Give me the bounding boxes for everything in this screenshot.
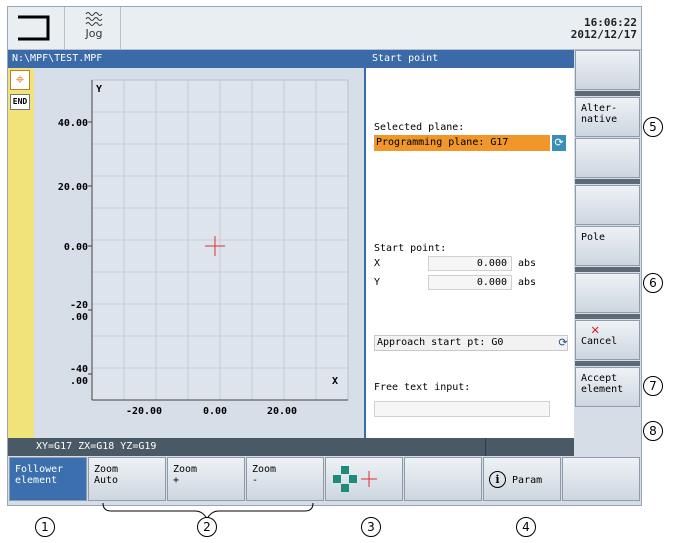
x-tick-label: 20.00 (267, 406, 297, 417)
y-tick-label: -20.00 (70, 300, 92, 323)
toggle-icon[interactable]: ⟳ (556, 335, 570, 351)
plane-status-text: XY=G17 ZX=G18 YZ=G19 (36, 441, 157, 452)
machine-area-icon[interactable] (10, 11, 60, 45)
svg-text:-40: -40 (70, 364, 88, 375)
start-point-label: Start point: (374, 243, 447, 254)
callout-7: 7 (643, 376, 663, 396)
plane-status-bar: XY=G17 ZX=G18 YZ=G19 (8, 438, 574, 456)
approach-start-select[interactable]: Approach start pt: G0 (374, 335, 568, 351)
y-unit-label: abs (518, 277, 537, 288)
y-coordinate-label: Y (374, 277, 381, 288)
alternative-button[interactable]: Alter- native (575, 97, 640, 137)
y-tick-label: -40.00 (70, 364, 92, 387)
cancel-label: Cancel (581, 336, 618, 347)
accept-element-button[interactable]: Accept element (575, 367, 640, 407)
callout-4: 4 (516, 517, 536, 537)
toggle-icon[interactable]: ⟳ (552, 135, 566, 151)
start-point-form: Selected plane: Programming plane: G17 ⟳… (364, 68, 574, 438)
selected-plane-label: Selected plane: (374, 122, 465, 133)
info-icon: i (489, 471, 506, 488)
x-unit-label: abs (518, 258, 537, 269)
callout-8: 8 (643, 421, 663, 441)
softkey-divider (575, 267, 640, 272)
jog-mode-label: Jog (85, 27, 103, 40)
vertical-softkey-4[interactable] (575, 185, 640, 225)
svg-text:0.00: 0.00 (64, 242, 88, 253)
param-button[interactable]: i Param (483, 457, 561, 501)
svg-text:40.00: 40.00 (58, 118, 88, 129)
free-text-label: Free text input: (374, 382, 471, 393)
clock-date: 2012/12/17 (570, 28, 637, 41)
clock-display: 16:06:22 2012/12/17 (571, 17, 637, 41)
header-divider (64, 7, 65, 49)
x-coordinate-label: X (374, 258, 381, 269)
svg-text:-20: -20 (70, 300, 88, 311)
start-point-icon[interactable]: ⌖ (10, 70, 30, 90)
jog-wave-icon (85, 12, 103, 26)
contour-element-strip: ⌖ END (8, 68, 34, 438)
callout-2: 2 (197, 517, 217, 537)
softkey-divider (575, 361, 640, 366)
cancel-x-icon: ✕ (591, 322, 600, 338)
header-bar: Jog 16:06:22 2012/12/17 (8, 7, 641, 50)
panel-title: Start point (364, 50, 574, 68)
callout-6: 6 (643, 273, 663, 293)
vertical-softkey-3[interactable] (575, 138, 640, 178)
callout-5: 5 (643, 117, 663, 137)
x-tick-label: 0.00 (203, 406, 227, 417)
follower-element-button[interactable]: Follower element (9, 457, 87, 501)
x-tick-label: -20.00 (126, 406, 162, 417)
horizontal-softkey-8[interactable] (562, 457, 640, 501)
free-text-input[interactable] (374, 401, 550, 417)
horizontal-softkey-6[interactable] (404, 457, 482, 501)
end-element-icon[interactable]: END (10, 94, 30, 110)
program-path: N:\MPF\TEST.MPF (8, 50, 364, 68)
hmi-screen: Jog 16:06:22 2012/12/17 N:\MPF\TEST.MPF … (7, 6, 642, 506)
y-axis-label: Y (96, 84, 102, 95)
zoom-auto-button[interactable]: Zoom Auto (88, 457, 166, 501)
zoom-out-button[interactable]: Zoom - (246, 457, 324, 501)
callout-bracket (102, 502, 314, 521)
x-coordinate-input[interactable]: 0.000 (428, 256, 512, 271)
pole-button[interactable]: Pole (575, 226, 640, 266)
status-divider (485, 438, 486, 456)
header-divider (120, 7, 121, 49)
y-coordinate-input[interactable]: 0.000 (428, 275, 512, 290)
callout-3: 3 (361, 517, 381, 537)
selected-plane-field[interactable]: Programming plane: G17 (374, 135, 550, 151)
callout-1: 1 (35, 517, 55, 537)
softkey-divider (575, 314, 640, 319)
svg-text:.00: .00 (70, 312, 88, 323)
pan-view-button[interactable] (325, 457, 403, 501)
cancel-button[interactable]: ✕ Cancel (575, 320, 640, 360)
approach-start-value: Approach start pt: G0 (377, 337, 504, 348)
y-tick-label: 40.00 (58, 118, 92, 129)
svg-text:.00: .00 (70, 376, 88, 387)
contour-graphic-canvas: 40.0020.000.00-20.00-40.00 -20.00 0.00 20.… (58, 79, 349, 417)
svg-text:20.00: 20.00 (58, 182, 88, 193)
y-tick-label: 0.00 (64, 242, 92, 253)
jog-mode-indicator: Jog (72, 10, 116, 46)
vertical-softkey-6[interactable] (575, 273, 640, 313)
softkey-divider (575, 91, 640, 96)
vertical-softkey-1[interactable] (575, 50, 640, 90)
softkey-divider (575, 179, 640, 184)
zoom-in-button[interactable]: Zoom + (167, 457, 245, 501)
param-label: Param (512, 475, 543, 486)
x-axis-label: X (332, 376, 338, 387)
pan-arrows-icon (333, 466, 377, 492)
y-tick-label: 20.00 (58, 182, 92, 193)
contour-graphic: 40.00 20.00 0.00 -20.00 -40.00 -20.00 0.00 20.… (34, 68, 364, 438)
